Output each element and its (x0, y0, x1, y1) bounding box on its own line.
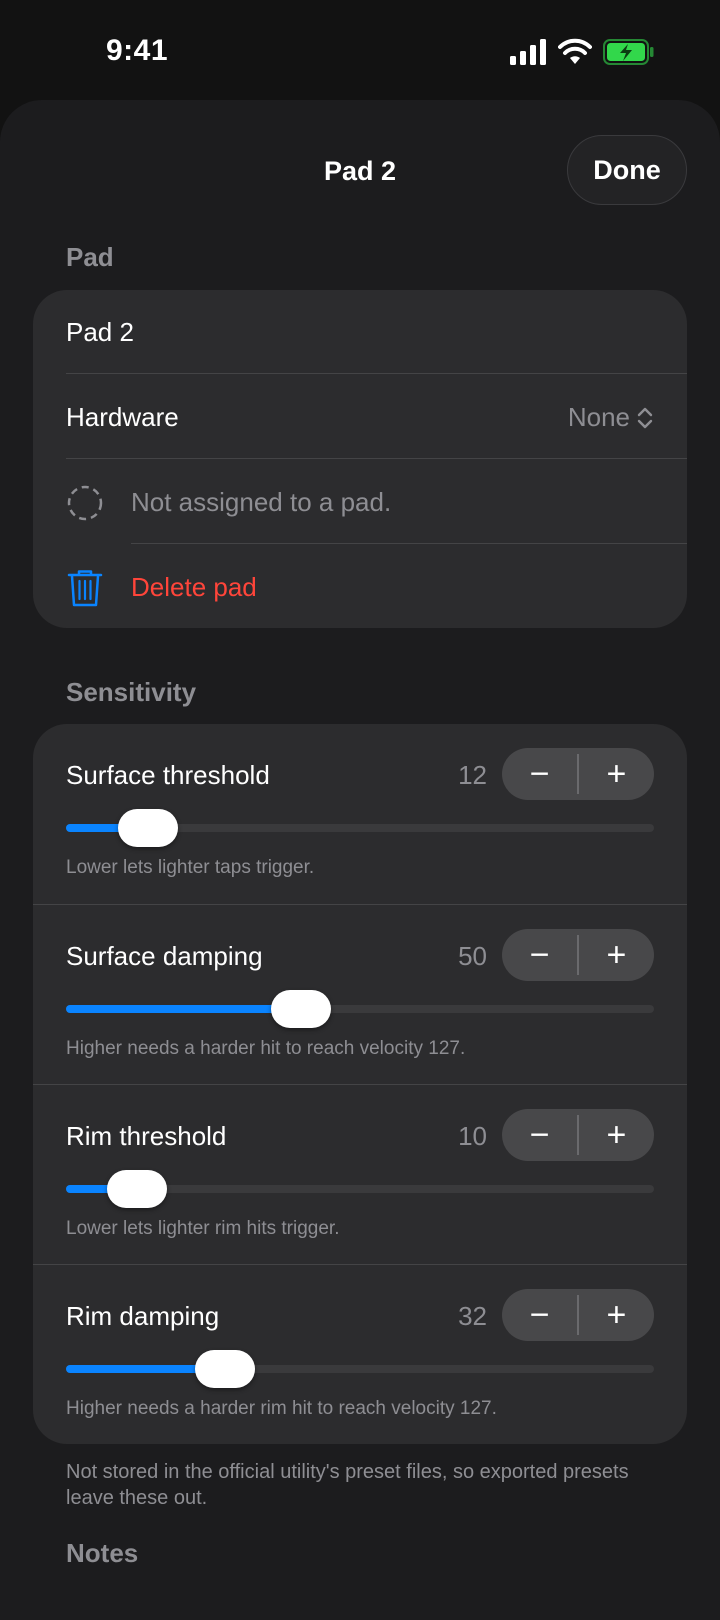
stepper: − + (502, 748, 654, 800)
divider (66, 373, 687, 374)
slider-value: 50 (458, 941, 487, 971)
slider-value: 12 (458, 760, 487, 790)
chevron-up-down-icon (637, 407, 653, 428)
settings-sheet: Pad 2 Done Pad Pad 2 Hardware None Not a… (0, 100, 720, 1620)
decrement-button[interactable]: − (502, 929, 577, 981)
status-bar: 9:41 (0, 0, 720, 100)
slider-caption: Lower lets lighter rim hits trigger. (66, 1218, 340, 1239)
slider-caption: Higher needs a harder rim hit to reach v… (66, 1398, 497, 1419)
hardware-row[interactable]: Hardware None (33, 375, 687, 460)
slider-value: 32 (458, 1301, 487, 1331)
increment-button[interactable]: + (579, 1289, 654, 1341)
status-time: 9:41 (106, 34, 169, 67)
slider-fill (66, 1005, 301, 1013)
section-header-sensitivity: Sensitivity (66, 677, 197, 707)
slider-label: Surface threshold (66, 760, 270, 790)
battery-charging-icon (603, 39, 654, 65)
slider-caption: Higher needs a harder hit to reach veloc… (66, 1038, 466, 1059)
slider-value: 10 (458, 1121, 487, 1151)
hardware-label: Hardware (66, 402, 179, 432)
increment-button[interactable]: + (579, 929, 654, 981)
slider-track[interactable] (66, 809, 654, 847)
increment-button[interactable]: + (579, 1109, 654, 1161)
trash-icon (67, 569, 103, 606)
slider-label: Surface damping (66, 941, 263, 971)
sensitivity-row: Surface threshold 12 − + Lower lets ligh… (33, 724, 687, 904)
wifi-icon (558, 38, 592, 64)
assignment-row: Not assigned to a pad. (33, 460, 687, 545)
slider-label: Rim damping (66, 1301, 220, 1331)
pad-name-row[interactable]: Pad 2 (33, 290, 687, 375)
hardware-value: None (567, 402, 630, 432)
slider-thumb[interactable] (107, 1170, 167, 1208)
sensitivity-footnote: Not stored in the official utility's pre… (66, 1461, 629, 1509)
sensitivity-card: Surface threshold 12 − + Lower lets ligh… (33, 724, 687, 1444)
slider-thumb[interactable] (118, 809, 178, 847)
slider-track[interactable] (66, 990, 654, 1028)
slider-thumb[interactable] (271, 990, 331, 1028)
pad-name-value: Pad 2 (66, 317, 134, 347)
stepper: − + (502, 1109, 654, 1161)
slider-thumb[interactable] (195, 1350, 255, 1388)
hardware-picker[interactable]: None (568, 402, 654, 433)
decrement-button[interactable]: − (502, 1289, 577, 1341)
increment-button[interactable]: + (579, 748, 654, 800)
section-header-notes: Notes (66, 1538, 139, 1568)
section-header-pad: Pad (66, 242, 114, 272)
delete-pad-label: Delete pad (131, 572, 257, 602)
slider-track[interactable] (66, 1170, 654, 1208)
done-button[interactable]: Done (567, 135, 687, 205)
sensitivity-row: Rim threshold 10 − + Lower lets lighter … (33, 1085, 687, 1265)
stepper: − + (502, 1289, 654, 1341)
dashed-circle-icon (67, 485, 103, 520)
slider-label: Rim threshold (66, 1121, 227, 1151)
slider-caption: Lower lets lighter taps trigger. (66, 857, 315, 878)
stepper: − + (502, 929, 654, 981)
slider-track[interactable] (66, 1350, 654, 1388)
cellular-signal-icon (510, 39, 546, 65)
sensitivity-row: Rim damping 32 − + Higher needs a harder… (33, 1265, 687, 1444)
divider (131, 543, 687, 544)
sensitivity-row: Surface damping 50 − + Higher needs a ha… (33, 905, 687, 1085)
delete-pad-row[interactable]: Delete pad (33, 545, 687, 628)
decrement-button[interactable]: − (502, 1109, 577, 1161)
assignment-text: Not assigned to a pad. (131, 487, 392, 517)
decrement-button[interactable]: − (502, 748, 577, 800)
pad-card: Pad 2 Hardware None Not assigned to a pa… (33, 290, 687, 628)
divider (66, 458, 687, 459)
